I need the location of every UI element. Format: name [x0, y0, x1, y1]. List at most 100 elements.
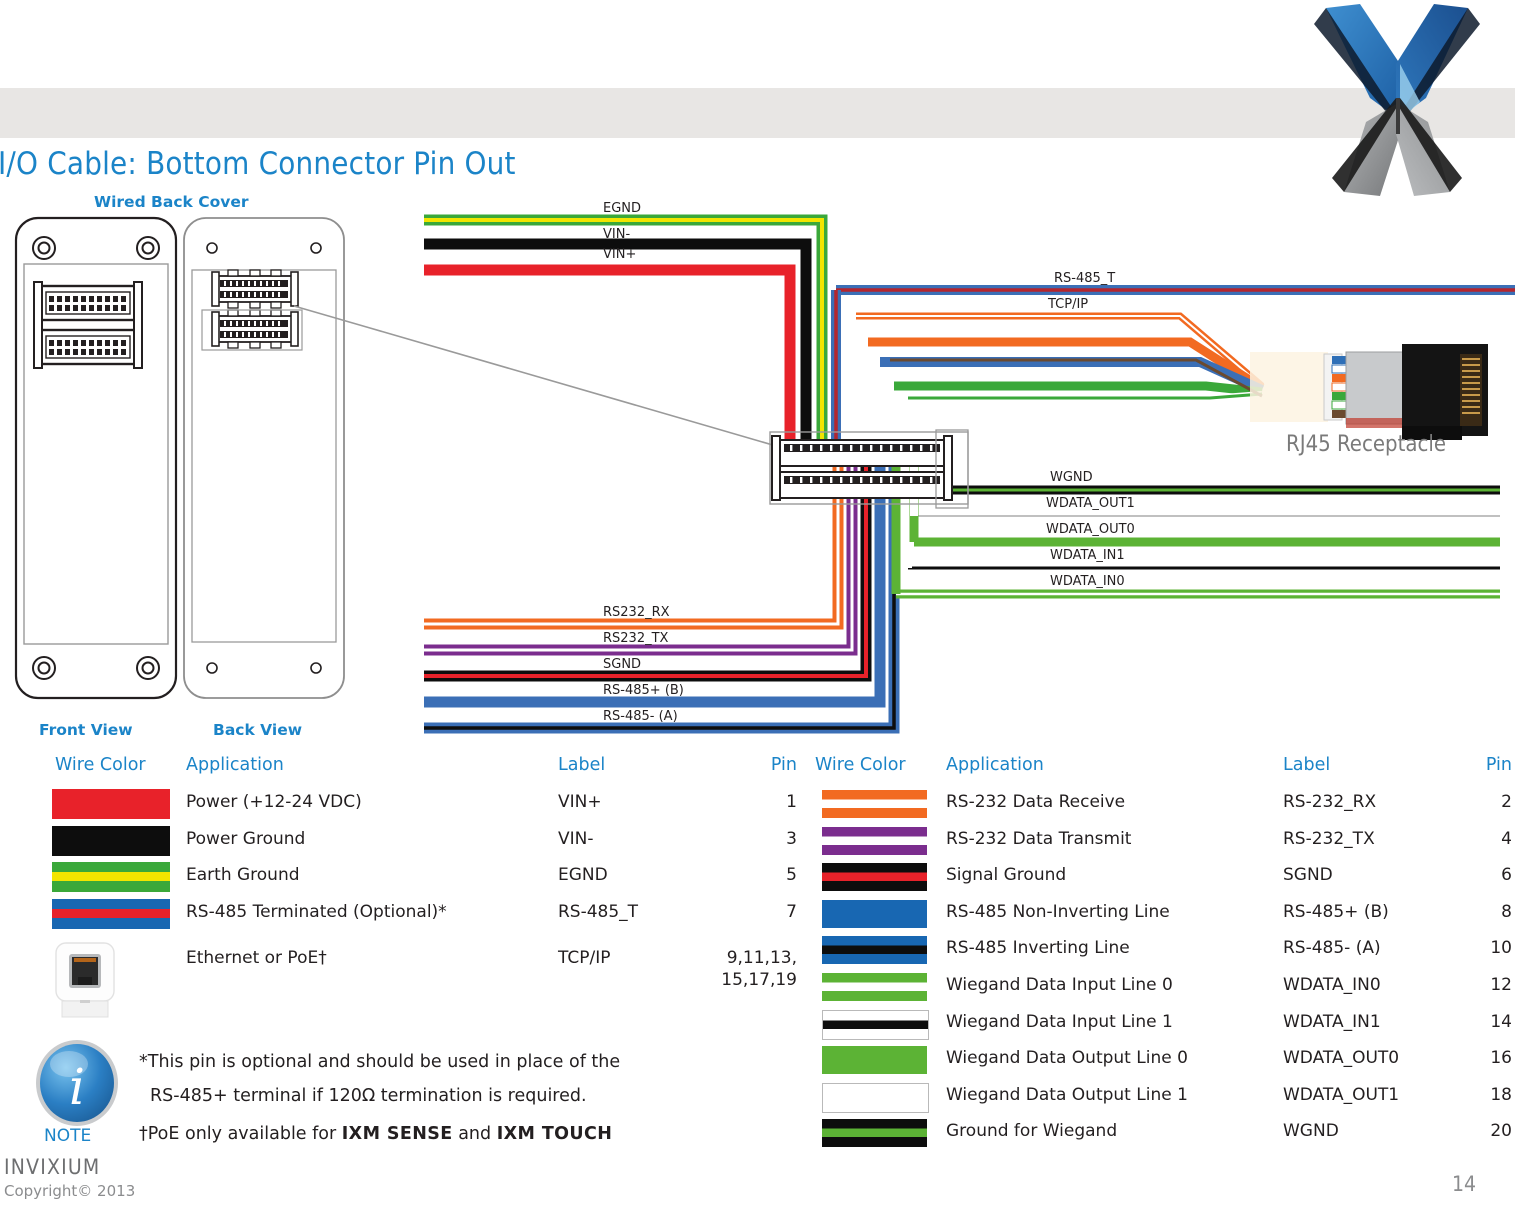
pin-number-text: 12 [1490, 975, 1512, 995]
wire-color-swatch [822, 790, 927, 818]
signal-label-text: WDATA_OUT1 [1283, 1084, 1400, 1105]
note-line-2: RS-485+ terminal if 120Ω termination is … [150, 1086, 587, 1106]
table-row: Wiegand Data Input Line 1 WDATA_IN1 14 [815, 1007, 1515, 1044]
signal-label-text: RS-485_T [558, 901, 639, 922]
signal-label-text: WGND [1283, 1121, 1339, 1142]
wire-label-wdata-out1: WDATA_OUT1 [1046, 496, 1135, 511]
wire-label-rs485-t: RS-485_T [1054, 271, 1116, 286]
signal-label-text: RS-485+ (B) [1283, 901, 1389, 922]
product-ixm-sense: IXM SENSE [341, 1124, 453, 1144]
wire-color-swatch [52, 789, 170, 819]
wire-color-swatch [822, 863, 927, 892]
brand-wordmark: INVIXIUM [4, 1155, 101, 1179]
signal-label-text: RS-485- (A) [1283, 938, 1381, 959]
page-number: 14 [1452, 1172, 1477, 1196]
application-text: Wiegand Data Output Line 1 [946, 1084, 1188, 1105]
front-view-label: Front View [39, 721, 133, 739]
pin-number-text: 16 [1490, 1048, 1512, 1069]
table-row: Power (+12-24 VDC) VIN+ 1 [0, 787, 805, 824]
application-text: RS-485 Inverting Line [946, 938, 1130, 959]
wire-label-rs232-rx: RS232_RX [603, 605, 670, 620]
invixium-x-logo [1300, 2, 1494, 198]
pinout-diagram: Wired Back Cover Front View Back View RJ… [0, 190, 1515, 750]
application-text: Power Ground [186, 828, 306, 849]
table-row: RS-232 Data Receive RS-232_RX 2 [815, 787, 1515, 824]
col-header-pin: Pin [770, 755, 797, 775]
header-band [0, 88, 1515, 138]
signal-label-text: WDATA_IN0 [1283, 975, 1381, 995]
application-text: RS-232 Data Transmit [946, 828, 1132, 849]
wire-label-vin-minus: VIN- [603, 227, 631, 242]
wire-label-wgnd: WGND [1050, 470, 1093, 485]
copyright-text: Copyright© 2013 [4, 1182, 136, 1200]
pin-number-text: 7 [786, 901, 797, 922]
pin-number-text: 1 [786, 792, 797, 812]
note-line-3: †PoE only available for IXM SENSE and IX… [139, 1124, 612, 1144]
back-view-label: Back View [213, 721, 303, 739]
signal-label-text: TCP/IP [558, 948, 611, 969]
table-row: RS-485 Inverting Line RS-485- (A) 10 [815, 933, 1515, 970]
wire-color-swatch [822, 826, 927, 855]
col-header-label: Label [1283, 755, 1331, 775]
wire-color-swatch [822, 1046, 927, 1075]
signal-label-text: RS-232_RX [1283, 792, 1377, 812]
wire-color-swatch [822, 1119, 927, 1148]
application-text: Wiegand Data Output Line 0 [946, 1048, 1188, 1069]
col-header-wire-color: Wire Color [815, 755, 906, 775]
pinout-table-right: Wire Color Application Label Pin RS-232 … [815, 755, 1515, 1155]
col-header-application: Application [186, 755, 284, 775]
wire-color-swatch [822, 899, 927, 928]
wire-label-rs485-a: RS-485- (A) [603, 709, 678, 724]
table-row: RS-485 Terminated (Optional)* RS-485_T 7 [0, 897, 805, 934]
pin-number-text: 18 [1490, 1084, 1512, 1105]
col-header-pin: Pin [1485, 755, 1512, 775]
signal-label-text: EGND [558, 865, 608, 886]
pinout-table-left: Wire Color Application Label Pin Power (… [0, 755, 805, 1018]
application-text: Ground for Wiegand [946, 1121, 1118, 1142]
pin-number-text: 2 [1501, 792, 1512, 812]
col-header-application: Application [946, 755, 1044, 775]
application-text: RS-485 Terminated (Optional)* [186, 901, 447, 922]
application-text: RS-232 Data Receive [946, 792, 1126, 812]
application-text: Wiegand Data Input Line 0 [946, 975, 1173, 995]
wire-label-egnd: EGND [603, 201, 642, 216]
svg-text:i: i [69, 1058, 85, 1116]
table-row: Signal Ground SGND 6 [815, 860, 1515, 897]
signal-label-text: SGND [1283, 865, 1333, 886]
wire-label-sgnd: SGND [603, 657, 642, 672]
application-text: Power (+12-24 VDC) [186, 792, 362, 812]
table-row: Wiegand Data Output Line 1 WDATA_OUT1 18 [815, 1080, 1515, 1117]
signal-label-text: RS-232_TX [1283, 828, 1375, 849]
wire-label-wdata-out0: WDATA_OUT0 [1046, 522, 1135, 537]
wire-color-swatch [822, 973, 927, 1001]
note-line-3-prefix: †PoE only available for [139, 1124, 342, 1144]
application-text: Signal Ground [946, 865, 1067, 886]
application-text: Wiegand Data Input Line 1 [946, 1011, 1173, 1032]
table-row: Wiegand Data Input Line 0 WDATA_IN0 12 [815, 970, 1515, 1007]
pin-number-text: 5 [786, 865, 797, 886]
product-ixm-touch: IXM TOUCH [496, 1124, 613, 1144]
pin-number-text: 4 [1501, 828, 1512, 849]
application-text: RS-485 Non-Inverting Line [946, 901, 1170, 922]
page-title: I/O Cable: Bottom Connector Pin Out [0, 146, 516, 182]
wire-color-swatch [822, 936, 927, 965]
note-line-1: *This pin is optional and should be used… [139, 1052, 621, 1072]
col-header-label: Label [558, 755, 606, 775]
wire-label-wdata-in0: WDATA_IN0 [1050, 574, 1125, 589]
wire-color-swatch [52, 898, 170, 929]
table-row: RS-485 Non-Inverting Line RS-485+ (B) 8 [815, 897, 1515, 934]
col-header-wire-color: Wire Color [55, 755, 146, 775]
rj45-jack-icon [52, 941, 118, 1019]
signal-label-text: WDATA_IN1 [1283, 1011, 1381, 1032]
note-word: NOTE [44, 1126, 92, 1146]
wire-label-rs485-b: RS-485+ (B) [603, 683, 684, 698]
table-row: Ground for Wiegand WGND 20 [815, 1116, 1515, 1153]
wire-color-swatch [52, 825, 170, 856]
wire-label-tcpip: TCP/IP [1048, 297, 1089, 312]
pin-number-text: 8 [1501, 901, 1512, 922]
table-row: Wiegand Data Output Line 0 WDATA_OUT0 16 [815, 1043, 1515, 1080]
pin-number-text: 3 [786, 828, 797, 849]
rj45-receptacle-label: RJ45 Receptacle [1286, 432, 1447, 457]
application-text: Earth Ground [186, 865, 300, 886]
pin-number-text: 6 [1501, 865, 1512, 886]
